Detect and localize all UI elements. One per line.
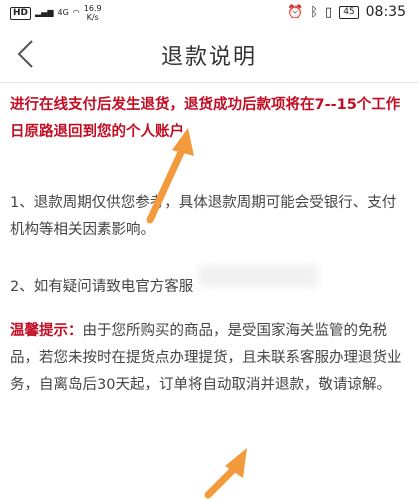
arrow-bottom: [204, 448, 247, 499]
arrow-top: [146, 128, 194, 224]
annotation-arrows: [146, 128, 247, 499]
